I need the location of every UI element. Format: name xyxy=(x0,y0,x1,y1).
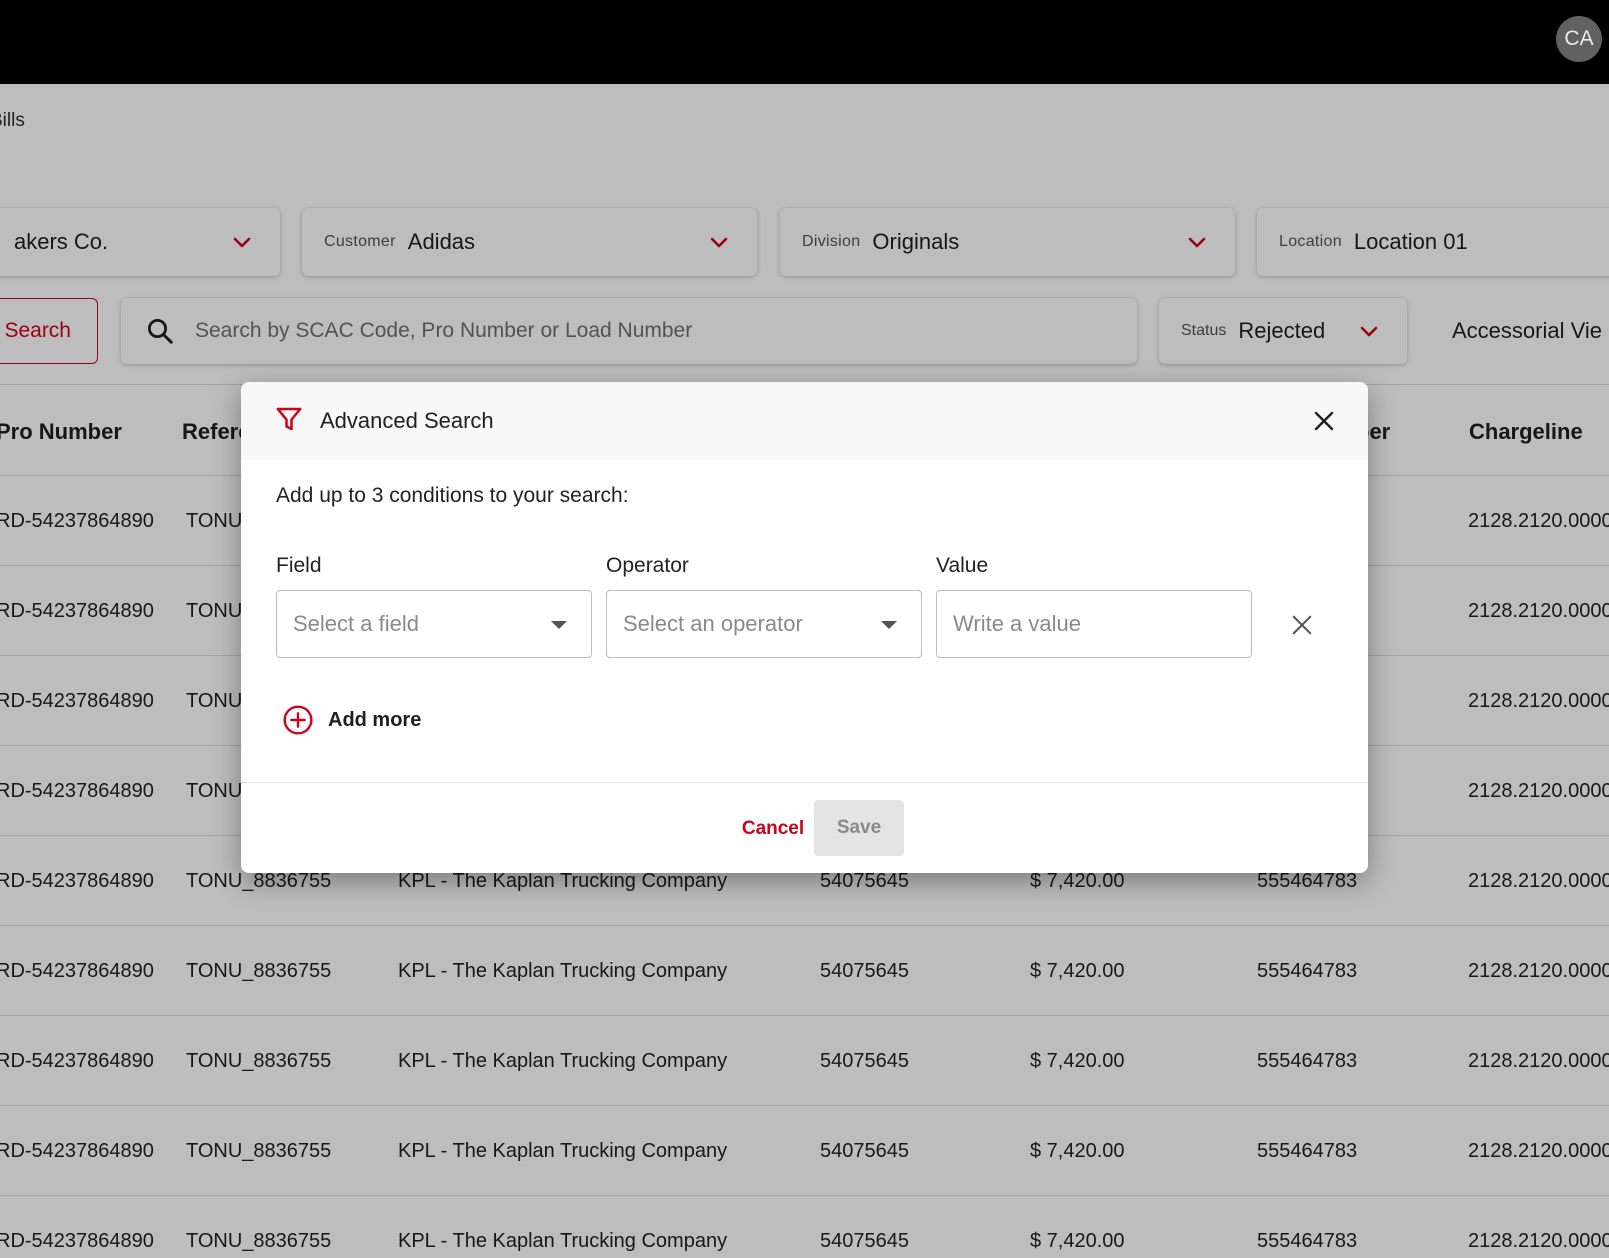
save-button[interactable]: Save xyxy=(814,800,904,856)
close-icon xyxy=(1314,411,1334,431)
plus-circle-icon xyxy=(283,705,313,735)
value-input[interactable] xyxy=(953,611,1233,637)
dialog-title: Advanced Search xyxy=(320,408,494,433)
user-avatar[interactable]: CA xyxy=(1556,16,1602,62)
add-more-button[interactable]: Add more xyxy=(282,704,421,736)
field-select-placeholder: Select a field xyxy=(293,611,419,636)
operator-label: Operator xyxy=(606,554,689,577)
caret-down-icon xyxy=(551,621,567,629)
dialog-header: Advanced Search xyxy=(241,382,1368,460)
add-more-label: Add more xyxy=(328,708,422,731)
dialog-divider xyxy=(241,782,1368,783)
filter-icon xyxy=(276,407,302,431)
advanced-search-dialog: Advanced Search Add up to 3 conditions t… xyxy=(241,382,1368,873)
operator-select-placeholder: Select an operator xyxy=(623,611,803,636)
field-select[interactable]: Select a field xyxy=(276,590,592,658)
dialog-instructions: Add up to 3 conditions to your search: xyxy=(276,484,629,507)
caret-down-icon xyxy=(881,621,897,629)
value-field[interactable] xyxy=(936,590,1252,658)
top-bar: CA xyxy=(0,0,1609,84)
operator-select[interactable]: Select an operator xyxy=(606,590,922,658)
remove-condition-button[interactable] xyxy=(1287,610,1317,640)
close-icon xyxy=(1292,615,1312,635)
close-button[interactable] xyxy=(1307,404,1341,438)
field-label: Field xyxy=(276,554,322,577)
value-label: Value xyxy=(936,554,989,577)
cancel-button[interactable]: Cancel xyxy=(721,802,825,856)
